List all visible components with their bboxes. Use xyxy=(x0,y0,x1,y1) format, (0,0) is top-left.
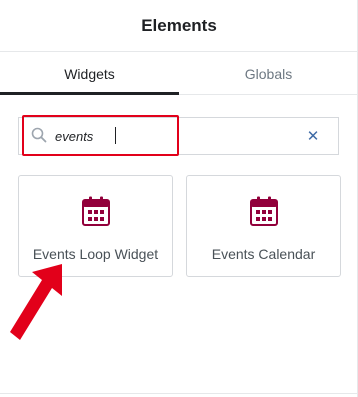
tab-globals[interactable]: Globals xyxy=(179,53,358,94)
widget-card-events-loop[interactable]: Events Loop Widget xyxy=(18,175,173,277)
calendar-icon xyxy=(81,196,110,226)
search-box: ✕ xyxy=(18,117,339,155)
widget-card-label: Events Loop Widget xyxy=(32,246,159,262)
widget-card-events-calendar[interactable]: Events Calendar xyxy=(186,175,341,277)
tab-widgets[interactable]: Widgets xyxy=(0,53,179,95)
text-caret xyxy=(115,127,116,144)
panel-tabs: Widgets Globals xyxy=(0,53,358,95)
widget-card-label: Events Calendar xyxy=(211,246,316,262)
calendar-icon xyxy=(249,196,278,226)
search-icon xyxy=(31,127,47,143)
elements-panel: Elements Widgets Globals ✕ Events Loop W… xyxy=(0,0,358,397)
search-input[interactable] xyxy=(55,126,285,146)
divider xyxy=(0,393,358,394)
clear-search-button[interactable]: ✕ xyxy=(304,126,322,146)
panel-header: Elements xyxy=(0,0,358,52)
panel-title: Elements xyxy=(141,15,217,35)
